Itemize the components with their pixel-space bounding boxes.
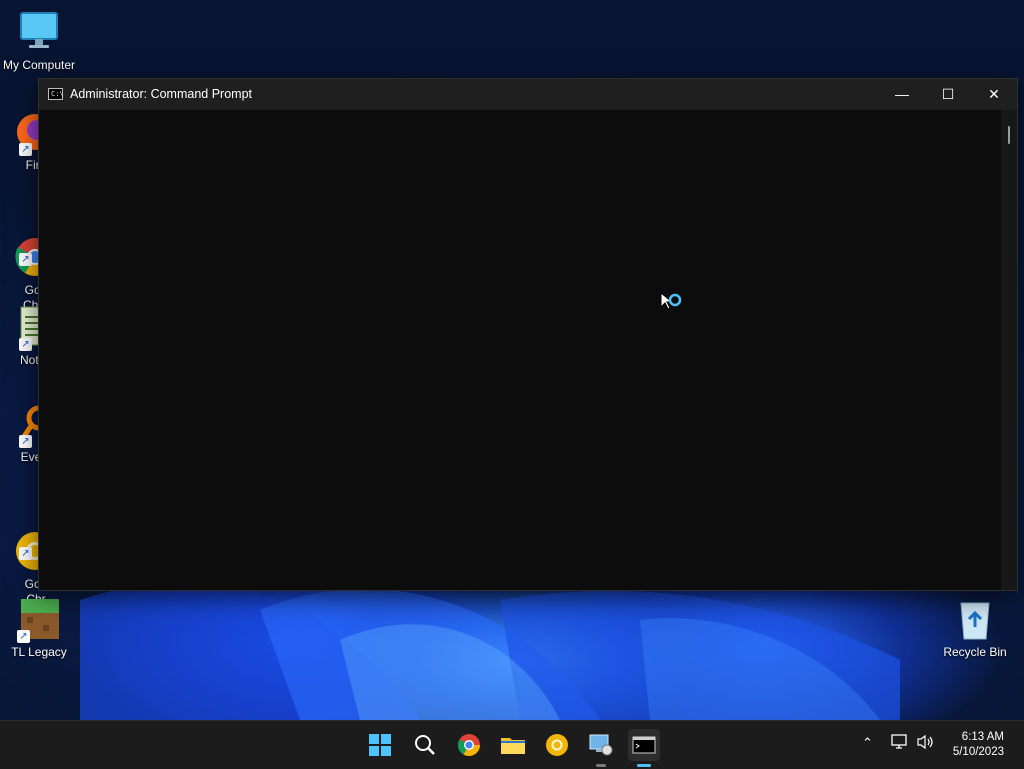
shortcut-arrow-icon: ↗: [19, 253, 32, 266]
window-title: Administrator: Command Prompt: [70, 87, 253, 101]
taskbar-clock[interactable]: 6:13 AM 5/10/2023: [953, 730, 1004, 760]
taskbar-chrome-canary[interactable]: [541, 729, 573, 761]
desktop-icon-recycle-bin[interactable]: Recycle Bin: [936, 597, 1014, 660]
desktop-icon-label: Recycle Bin: [943, 645, 1007, 659]
search-button[interactable]: [409, 729, 441, 761]
show-hidden-icons-button[interactable]: ⌃: [862, 735, 873, 751]
network-icon: [891, 734, 907, 749]
remote-desktop-icon: [589, 734, 613, 756]
chrome-icon: [458, 734, 480, 756]
taskbar-chrome[interactable]: [453, 729, 485, 761]
maximize-button[interactable]: ☐: [925, 79, 971, 110]
network-button[interactable]: [891, 734, 909, 753]
taskbar: ⌃ 6:13 AM 5/10/2023: [0, 720, 1024, 769]
busy-cursor-icon: [659, 291, 683, 317]
recycle-bin-icon: [953, 597, 997, 641]
search-icon: [415, 735, 435, 755]
minecraft-grass-block-icon: ↗: [17, 597, 61, 643]
shortcut-arrow-icon: ↗: [19, 435, 32, 448]
minimize-button[interactable]: —: [879, 79, 925, 110]
terminal-icon: [632, 736, 656, 754]
command-prompt-window[interactable]: C:\ Administrator: Command Prompt — ☐ ✕: [38, 78, 1018, 591]
desktop-icon-tl-legacy[interactable]: ↗ TL Legacy: [0, 597, 78, 660]
cmd-icon: C:\: [48, 88, 64, 100]
title-bar[interactable]: C:\ Administrator: Command Prompt — ☐ ✕: [39, 79, 1017, 110]
start-button[interactable]: [364, 729, 396, 761]
running-indicator: [596, 764, 606, 767]
taskbar-remote-desktop[interactable]: [585, 729, 617, 767]
clock-date: 5/10/2023: [952, 746, 1004, 758]
chevron-up-icon: ⌃: [862, 735, 873, 750]
shortcut-arrow-icon: ↗: [17, 630, 30, 643]
start-icon: [369, 734, 391, 756]
monitor-icon: [17, 10, 61, 54]
desktop-icon-label: My Computer: [2, 58, 76, 72]
clock-time: 6:13 AM: [961, 731, 1004, 743]
chrome-canary-icon: [546, 734, 568, 756]
desktop-icon-my-computer[interactable]: My Computer: [0, 10, 78, 73]
scrollbar-thumb[interactable]: [1008, 126, 1010, 144]
taskbar-file-explorer[interactable]: [497, 729, 529, 761]
shortcut-arrow-icon: ↗: [19, 143, 32, 156]
desktop-icon-label: TL Legacy: [11, 645, 67, 659]
shortcut-arrow-icon: ↗: [19, 338, 32, 351]
file-explorer-icon: [501, 738, 525, 754]
active-indicator: [637, 764, 651, 767]
vertical-scrollbar[interactable]: [1001, 110, 1017, 590]
taskbar-command-prompt[interactable]: [628, 729, 660, 767]
speaker-icon: [917, 734, 933, 750]
console-output-area[interactable]: [39, 110, 1001, 590]
volume-button[interactable]: [916, 734, 934, 753]
shortcut-arrow-icon: ↗: [19, 547, 32, 560]
close-button[interactable]: ✕: [971, 79, 1017, 110]
